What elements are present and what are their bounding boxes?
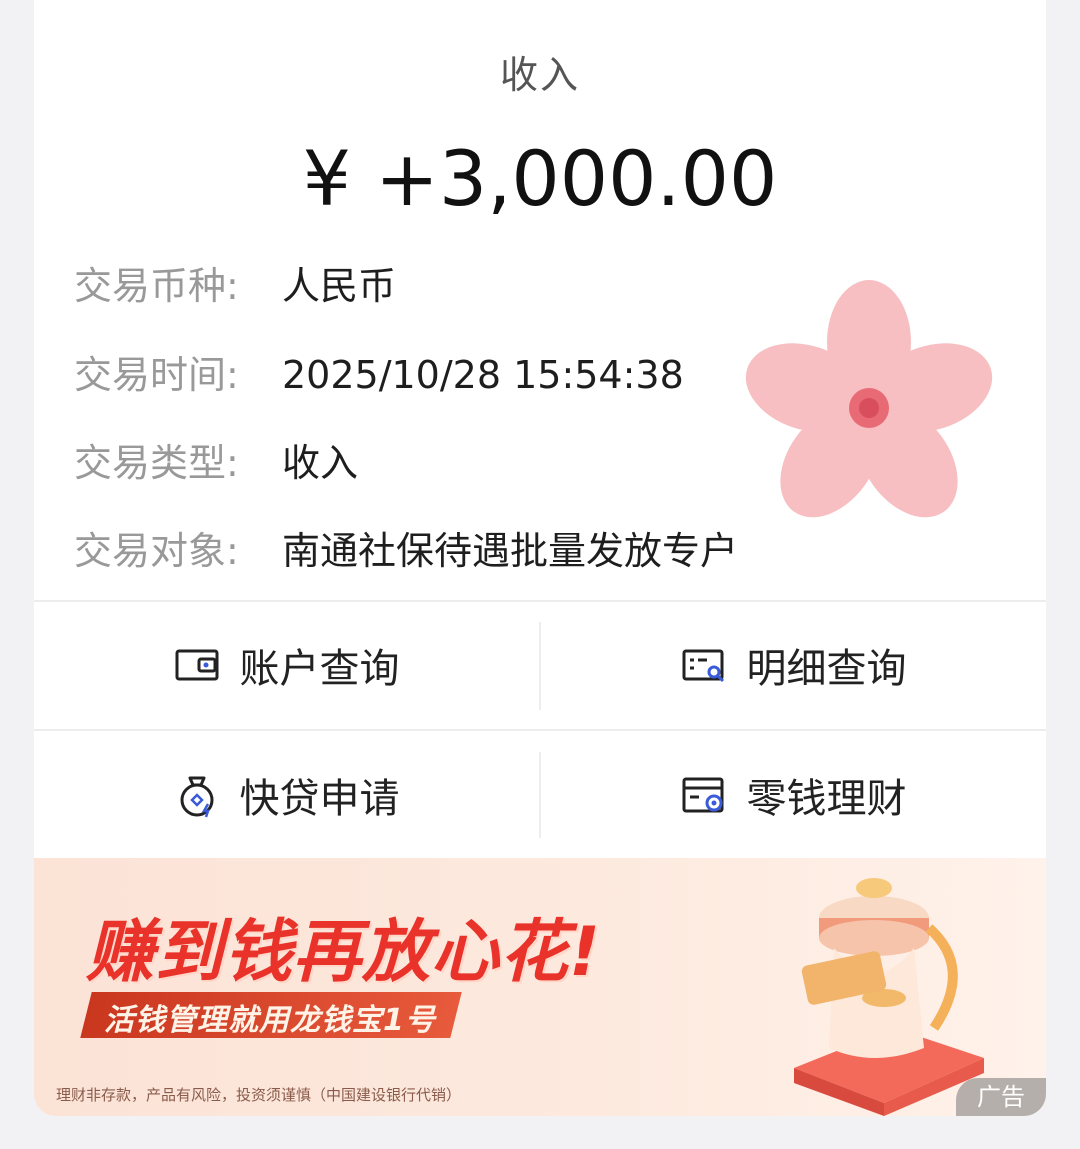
transaction-amount: ¥ +3,000.00	[302, 134, 778, 223]
wealth-management-button[interactable]: 零钱理财	[541, 740, 1046, 850]
account-query-label: 账户查询	[239, 646, 400, 692]
coin-jar-illustration	[794, 878, 984, 1116]
detail-value: 人民币	[282, 264, 397, 308]
detail-value: 南通社保待遇批量发放专户	[282, 529, 739, 573]
detail-value: 2025/10/28 15:54:38	[282, 353, 684, 397]
ad-tag: 广告	[956, 1078, 1046, 1116]
detail-label: 交易对象:	[74, 529, 239, 573]
banner-disclaimer: 理财非存款，产品有风险，投资须谨慎（中国建设银行代销）	[56, 1086, 462, 1104]
detail-query-button[interactable]: 明细查询	[541, 610, 1046, 720]
ad-banner[interactable]: 赚到钱再放心花! 活钱管理就用龙钱宝1号 理财非存款，产品有风险，投资须谨慎（中…	[34, 858, 1046, 1116]
detail-query-label: 明细查询	[746, 646, 907, 692]
wallet-icon	[175, 649, 218, 681]
detail-row-type: 交易类型: 收入	[74, 435, 358, 491]
cherry-blossom-sticker	[745, 280, 993, 518]
divider	[34, 600, 1046, 602]
divider	[34, 729, 1046, 731]
detail-row-currency: 交易币种: 人民币	[74, 258, 396, 314]
page-title: 收入	[499, 53, 580, 97]
detail-value: 收入	[282, 441, 359, 485]
banner-slogan: 赚到钱再放心花!	[86, 913, 602, 992]
detail-label: 交易类型:	[74, 441, 239, 485]
quick-loan-label: 快贷申请	[239, 776, 400, 822]
transaction-detail-card: 收入 ¥ +3,000.00 交易币种: 人民币 交易时间: 2025/10/28 …	[34, 0, 1046, 1116]
money-bag-icon	[180, 776, 213, 818]
card-coin-icon	[682, 777, 723, 813]
detail-label: 交易时间:	[74, 353, 239, 397]
detail-row-counterparty: 交易对象: 南通社保待遇批量发放专户	[74, 523, 738, 579]
banner-subtitle: 活钱管理就用龙钱宝1号	[104, 1003, 436, 1038]
detail-row-time: 交易时间: 2025/10/28 15:54:38	[74, 347, 684, 403]
account-query-button[interactable]: 账户查询	[34, 610, 539, 720]
statement-search-icon	[682, 649, 724, 683]
detail-label: 交易币种:	[74, 264, 239, 308]
wealth-management-label: 零钱理财	[746, 776, 907, 822]
quick-loan-button[interactable]: 快贷申请	[34, 740, 539, 850]
